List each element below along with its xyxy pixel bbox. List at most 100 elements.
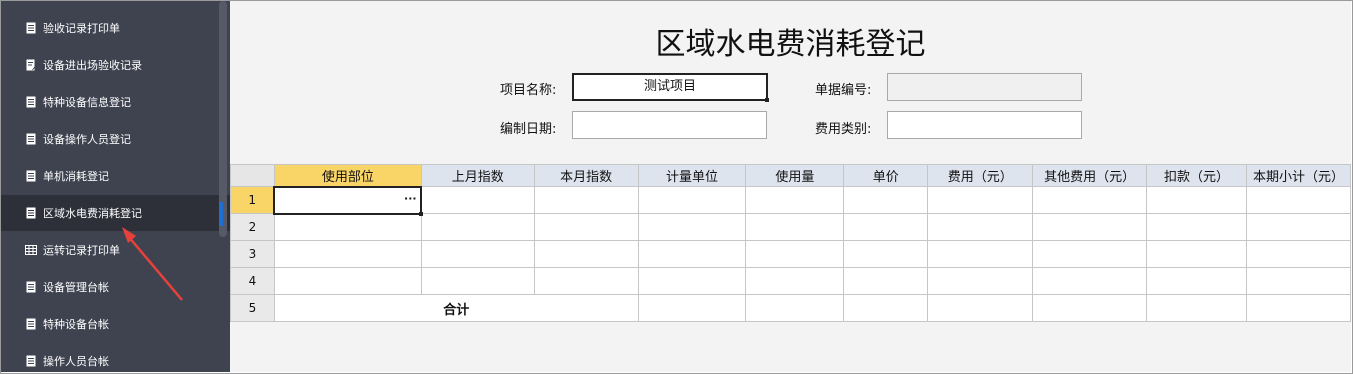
sidebar-item-label: 运转记录打印单: [43, 244, 120, 257]
grid-cell[interactable]: [273, 240, 422, 268]
total-row: 5 合计: [230, 294, 1351, 322]
column-header[interactable]: 使用量: [745, 164, 845, 187]
grid-cell[interactable]: [637, 294, 747, 322]
row-header[interactable]: 2: [230, 213, 275, 241]
grid-corner[interactable]: [230, 164, 275, 187]
grid-cell[interactable]: [273, 213, 422, 241]
row-header[interactable]: 3: [230, 240, 275, 268]
grid-cell[interactable]: [1032, 294, 1148, 322]
column-header[interactable]: 使用部位: [273, 164, 422, 187]
grid-cell[interactable]: [745, 267, 845, 295]
grid-cell[interactable]: [637, 213, 747, 241]
grid-header-row: 使用部位 上月指数 本月指数 计量单位 使用量 单价 费用（元） 其他费用（元）…: [230, 164, 1351, 187]
grid-cell[interactable]: [843, 240, 929, 268]
sidebar-item-operator-ledger[interactable]: 操作人员台帐: [1, 343, 230, 372]
total-label: 合计: [273, 294, 639, 322]
grid-cell[interactable]: [1146, 267, 1247, 295]
grid-cell[interactable]: [843, 267, 929, 295]
grid-cell[interactable]: [533, 267, 639, 295]
ellipsis-button[interactable]: ···: [402, 191, 418, 209]
grid-cell[interactable]: [927, 267, 1034, 295]
grid-cell[interactable]: [1146, 213, 1247, 241]
sidebar-item-operator-registration[interactable]: 设备操作人员登记: [1, 121, 230, 157]
document-icon: [25, 355, 37, 367]
grid-cell[interactable]: [1246, 213, 1351, 241]
grid-cell[interactable]: [420, 267, 535, 295]
column-header[interactable]: 本期小计（元）: [1246, 164, 1351, 187]
grid-cell[interactable]: [927, 186, 1034, 214]
row-header[interactable]: 5: [230, 294, 275, 322]
document-icon: [25, 22, 37, 34]
sidebar-item-label: 设备操作人员登记: [43, 133, 131, 146]
grid-cell[interactable]: [1032, 240, 1148, 268]
grid-cell[interactable]: [1246, 294, 1351, 322]
grid-cell[interactable]: [637, 267, 747, 295]
row-header[interactable]: 1: [230, 186, 275, 214]
grid-cell[interactable]: [1146, 186, 1247, 214]
sidebar-item-special-equipment-ledger[interactable]: 特种设备台帐: [1, 306, 230, 342]
document-icon: [25, 207, 37, 219]
sidebar-item-machine-consumption[interactable]: 单机消耗登记: [1, 158, 230, 194]
sidebar-item-label: 验收记录打印单: [43, 22, 120, 35]
grid-cell[interactable]: [927, 294, 1034, 322]
grid-cell[interactable]: [745, 294, 845, 322]
date-field[interactable]: [572, 111, 767, 139]
document-icon: [25, 281, 37, 293]
grid-cell[interactable]: [420, 240, 535, 268]
grid-cell[interactable]: [843, 186, 929, 214]
grid-cell[interactable]: [745, 240, 845, 268]
grid-cell[interactable]: [1146, 240, 1247, 268]
doc-no-label: 单据编号:: [815, 83, 872, 98]
grid-cell[interactable]: [927, 213, 1034, 241]
document-icon: [25, 96, 37, 108]
grid-cell[interactable]: [533, 213, 639, 241]
project-name-label: 项目名称:: [500, 83, 557, 98]
grid-cell[interactable]: [1246, 240, 1351, 268]
grid-cell[interactable]: [927, 240, 1034, 268]
grid-cell[interactable]: [533, 186, 639, 214]
grid-cell[interactable]: [1246, 186, 1351, 214]
grid-cell[interactable]: [745, 213, 845, 241]
sidebar-item-label: 特种设备信息登记: [43, 96, 131, 109]
grid-cell[interactable]: [420, 186, 535, 214]
sidebar-item-equipment-entry-acceptance[interactable]: 设备进出场验收记录: [1, 47, 230, 83]
column-header[interactable]: 计量单位: [637, 164, 747, 187]
grid-cell[interactable]: [1032, 213, 1148, 241]
fill-handle[interactable]: [419, 211, 424, 216]
grid-cell[interactable]: [637, 186, 747, 214]
column-header[interactable]: 上月指数: [420, 164, 535, 187]
column-header[interactable]: 单价: [843, 164, 929, 187]
grid-cell[interactable]: [533, 240, 639, 268]
column-header[interactable]: 其他费用（元）: [1032, 164, 1148, 187]
sidebar-item-area-utility-consumption[interactable]: 区域水电费消耗登记: [1, 195, 230, 231]
sidebar-item-acceptance-print[interactable]: 验收记录打印单: [1, 10, 230, 46]
sidebar-item-label: 设备进出场验收记录: [43, 59, 142, 72]
page-title: 区域水电费消耗登记: [655, 27, 926, 62]
table-row: 1 ···: [230, 185, 1351, 216]
grid-cell[interactable]: [843, 213, 929, 241]
grid-cell[interactable]: [745, 186, 845, 214]
grid-cell[interactable]: [637, 240, 747, 268]
sidebar-item-operation-record-print[interactable]: 运转记录打印单: [1, 232, 230, 268]
row-header[interactable]: 4: [230, 267, 275, 295]
grid-cell[interactable]: [1032, 186, 1148, 214]
grid-cell[interactable]: [273, 267, 422, 295]
project-name-field[interactable]: 测试项目: [572, 73, 769, 102]
doc-no-field[interactable]: [887, 73, 1082, 101]
grid-cell-active[interactable]: ···: [273, 185, 424, 216]
grid-cell[interactable]: [843, 294, 929, 322]
form-area: 区域水电费消耗登记 项目名称: 测试项目 单据编号: 编制日期: 费用类别: 使…: [230, 1, 1351, 372]
grid-cell[interactable]: [420, 213, 535, 241]
sidebar-item-special-equipment-info[interactable]: 特种设备信息登记: [1, 84, 230, 120]
sidebar-nav: 验收记录打印单 设备进出场验收记录 特种设备信息登记 设备操作人员登记 单机消耗…: [1, 1, 230, 372]
date-label: 编制日期:: [500, 122, 557, 137]
fee-type-field[interactable]: [887, 111, 1082, 139]
grid-cell[interactable]: [1032, 267, 1148, 295]
column-header[interactable]: 扣款（元）: [1146, 164, 1247, 187]
column-header[interactable]: 本月指数: [533, 164, 639, 187]
sidebar-item-equipment-ledger[interactable]: 设备管理台帐: [1, 269, 230, 305]
column-header[interactable]: 费用（元）: [927, 164, 1034, 187]
grid-cell[interactable]: [1246, 267, 1351, 295]
grid-cell[interactable]: [1146, 294, 1247, 322]
sidebar-item-label: 单机消耗登记: [43, 170, 109, 183]
